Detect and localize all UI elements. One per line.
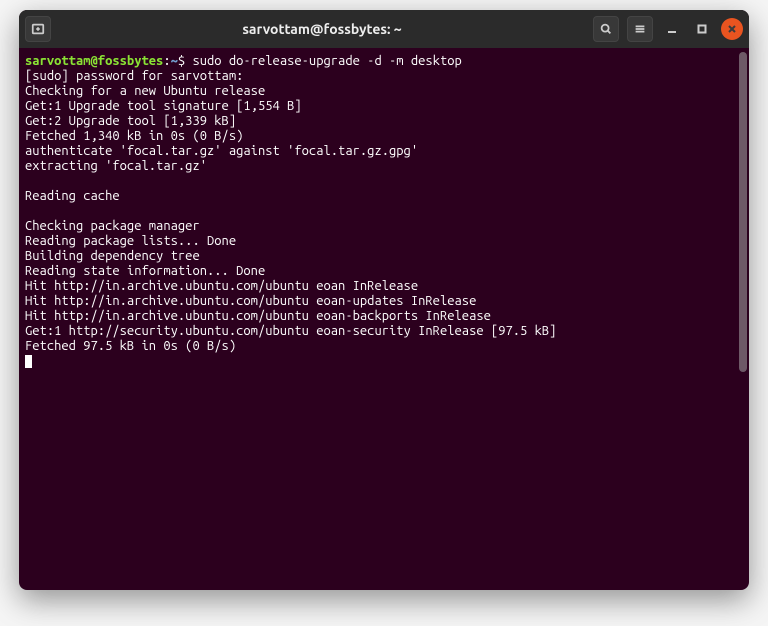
titlebar-right bbox=[593, 16, 743, 42]
terminal-window: sarvottam@fossbytes: ~ sarvottam@fossbyt… bbox=[19, 10, 749, 590]
output-line: Get:1 Upgrade tool signature [1,554 B] bbox=[25, 99, 302, 113]
prompt-symbol: $ bbox=[178, 54, 193, 68]
output-line: Hit http://in.archive.ubuntu.com/ubuntu … bbox=[25, 279, 418, 293]
output-line: Hit http://in.archive.ubuntu.com/ubuntu … bbox=[25, 309, 491, 323]
titlebar: sarvottam@fossbytes: ~ bbox=[19, 10, 749, 48]
titlebar-left bbox=[25, 16, 51, 42]
terminal-content: sarvottam@fossbytes:~$ sudo do-release-u… bbox=[25, 54, 743, 369]
new-tab-button[interactable] bbox=[25, 16, 51, 42]
output-line: Hit http://in.archive.ubuntu.com/ubuntu … bbox=[25, 294, 476, 308]
output-line: Reading package lists... Done bbox=[25, 234, 236, 248]
window-title: sarvottam@fossbytes: ~ bbox=[51, 21, 593, 37]
output-line: authenticate 'focal.tar.gz' against 'foc… bbox=[25, 144, 418, 158]
cursor-icon bbox=[25, 355, 32, 368]
output-line: Get:1 http://security.ubuntu.com/ubuntu … bbox=[25, 324, 556, 338]
output-line: [sudo] password for sarvottam: bbox=[25, 69, 243, 83]
prompt-separator: : bbox=[163, 54, 170, 68]
command-text: sudo do-release-upgrade -d -m desktop bbox=[192, 54, 461, 68]
minimize-button[interactable] bbox=[661, 18, 683, 40]
prompt-user-host: sarvottam@fossbytes bbox=[25, 54, 163, 68]
close-button[interactable] bbox=[721, 18, 743, 40]
menu-button[interactable] bbox=[627, 16, 653, 42]
scrollbar[interactable] bbox=[739, 52, 747, 372]
maximize-button[interactable] bbox=[691, 18, 713, 40]
prompt-path: ~ bbox=[171, 54, 178, 68]
output-line: Fetched 97.5 kB in 0s (0 B/s) bbox=[25, 339, 236, 353]
output-line: Checking for a new Ubuntu release bbox=[25, 84, 265, 98]
output-line: Checking package manager bbox=[25, 219, 200, 233]
output-line: Reading state information... Done bbox=[25, 264, 265, 278]
output-line: Reading cache bbox=[25, 189, 120, 203]
terminal-body[interactable]: sarvottam@fossbytes:~$ sudo do-release-u… bbox=[19, 48, 749, 590]
output-line: extracting 'focal.tar.gz' bbox=[25, 159, 207, 173]
output-line: Get:2 Upgrade tool [1,339 kB] bbox=[25, 114, 236, 128]
output-line: Building dependency tree bbox=[25, 249, 200, 263]
output-line: Fetched 1,340 kB in 0s (0 B/s) bbox=[25, 129, 243, 143]
search-button[interactable] bbox=[593, 16, 619, 42]
